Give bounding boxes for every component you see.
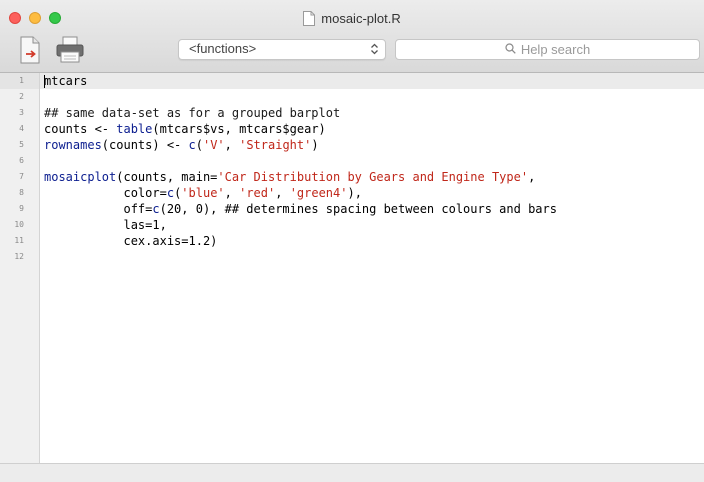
print-icon (52, 36, 88, 70)
code-line: mtcars (44, 73, 87, 89)
code-line: off=c(20, 0), ## determines spacing betw… (44, 201, 557, 217)
code-token: , (224, 186, 240, 200)
code-token: , (275, 186, 290, 200)
code-token: las=1, (44, 218, 167, 232)
up-down-chevron-icon (370, 42, 379, 56)
line-number: 8 (19, 188, 24, 197)
print-button[interactable] (52, 34, 88, 66)
code-token: 'Car Distribution by Gears and Engine Ty… (217, 170, 529, 184)
code-token: mtcars (44, 74, 88, 88)
help-search-field[interactable]: Help search (395, 39, 700, 60)
code-token: off= (44, 202, 153, 216)
code-token: ), (347, 186, 362, 200)
code-token: ## same data-set as for a grouped barplo… (44, 106, 341, 120)
window-title: mosaic-plot.R (321, 10, 401, 26)
code-line: mosaicplot(counts, main='Car Distributio… (44, 169, 535, 185)
code-editor[interactable]: 1 2 3 4 5 6 7 8 9 10 11 12 mtcars ## same data-set a… (0, 73, 704, 463)
code-token: counts <- (44, 122, 117, 136)
code-token: (20, 0), ## determines spacing between c… (159, 202, 557, 216)
code-line: las=1, (44, 217, 167, 233)
line-number-gutter: 1 2 3 4 5 6 7 8 9 10 11 12 (0, 73, 40, 463)
line-number: 1 (19, 76, 24, 85)
current-line-highlight (40, 73, 704, 89)
code-token: 'green4' (289, 186, 348, 200)
code-token: mosaicplot (44, 170, 117, 184)
code-line: cex.axis=1.2) (44, 233, 217, 249)
code-token: color= (44, 186, 167, 200)
status-bar (0, 463, 704, 482)
functions-popup-label: <functions> (189, 41, 257, 56)
line-number: 7 (19, 172, 24, 181)
code-token: , (224, 138, 240, 152)
code-line: counts <- table(mtcars$vs, mtcars$gear) (44, 121, 326, 137)
new-document-button[interactable] (12, 34, 48, 66)
code-token: (counts) <- (101, 138, 189, 152)
help-search-placeholder: Help search (520, 42, 591, 57)
code-line: ## same data-set as for a grouped barplo… (44, 105, 340, 121)
line-number: 6 (19, 156, 24, 165)
code-token: ( (195, 138, 203, 152)
line-number: 2 (19, 92, 24, 101)
code-token: c (166, 186, 175, 200)
code-token: rownames (44, 138, 102, 152)
magnifier-icon (505, 42, 516, 57)
code-token: 'V' (202, 138, 225, 152)
line-number: 11 (14, 236, 24, 245)
code-token: table (116, 122, 153, 136)
text-caret (44, 75, 45, 88)
code-token: c (188, 138, 196, 152)
functions-popup[interactable]: <functions> (178, 39, 386, 60)
line-number: 10 (14, 220, 24, 229)
code-token: , (528, 170, 536, 184)
code-line: color=c('blue', 'red', 'green4'), (44, 185, 362, 201)
window-title-area: mosaic-plot.R (0, 9, 704, 27)
line-number: 4 (19, 124, 24, 133)
line-number: 9 (19, 204, 24, 213)
editor-window: mosaic-plot.R <functions> Help search 1 … (0, 0, 704, 482)
code-token: 'Straight' (239, 138, 312, 152)
code-token: 'blue' (181, 186, 225, 200)
document-icon (303, 10, 316, 26)
code-token: ) (311, 138, 319, 152)
code-token: 'red' (239, 186, 276, 200)
line-number: 12 (14, 252, 24, 261)
code-token: c (152, 202, 160, 216)
code-token: (counts, main= (116, 170, 218, 184)
line-number: 3 (19, 108, 24, 117)
code-line: rownames(counts) <- c('V', 'Straight') (44, 137, 319, 153)
line-number: 5 (19, 140, 24, 149)
code-token: (mtcars$vs, mtcars$gear) (152, 122, 326, 136)
new-document-icon (12, 36, 48, 70)
code-token: cex.axis=1.2) (44, 234, 218, 248)
title-toolbar: mosaic-plot.R <functions> Help search (0, 0, 704, 73)
